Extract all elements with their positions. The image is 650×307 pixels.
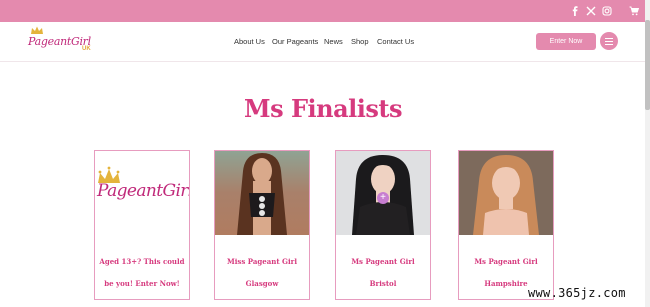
nav-contact-us[interactable]: Contact Us [377,37,414,46]
finalist-card[interactable]: Miss Pageant Girl Glasgow [214,150,310,300]
watermark-text: www.365jz.com [528,286,626,300]
top-bar [0,0,650,22]
nav-our-pageants[interactable]: Our Pageants [272,37,318,46]
site-header: PageantGirl UK About Us Our Pageants New… [0,22,650,62]
cart-icon[interactable] [628,5,640,17]
enter-now-button[interactable]: Enter Now [536,33,596,50]
card-line-2: Bristol [369,279,397,288]
nav-news[interactable]: News [324,37,343,46]
card-line-2: Glasgow [245,279,279,288]
site-logo[interactable]: PageantGirl UK [26,26,91,56]
logo-suffix: UK [82,46,91,52]
card-line-1: Ms Pageant Girl [351,257,415,266]
finalist-card[interactable]: PageantGirl Aged 13+? This could be you!… [94,150,190,300]
nav-shop[interactable]: Shop [351,37,369,46]
scrollbar-thumb[interactable] [645,20,650,110]
card-line-1: Ms Pageant Girl [474,257,538,266]
plus-icon[interactable]: + [377,192,389,204]
promo-logo-image: PageantGirl [95,151,189,235]
instagram-icon[interactable] [601,5,613,17]
card-line-2: be you! Enter Now! [104,279,180,288]
scrollbar[interactable] [645,0,650,307]
facebook-icon[interactable] [569,5,581,17]
finalist-photo: + [336,151,430,235]
x-icon[interactable] [585,5,597,17]
card-line-1: Aged 13+? This could [99,257,185,266]
card-line-1: Miss Pageant Girl [227,257,297,266]
finalist-photo [459,151,553,235]
finalist-photo [215,151,309,235]
promo-logo-text: PageantGirl [97,181,189,201]
nav-about-us[interactable]: About Us [234,37,265,46]
page-title: Ms Finalists [244,94,402,123]
finalist-card[interactable]: Ms Pageant Girl Hampshire [458,150,554,300]
finalist-card[interactable]: + Ms Pageant Girl Bristol [335,150,431,300]
hamburger-menu-button[interactable] [600,32,618,50]
crown-icon [31,26,43,34]
